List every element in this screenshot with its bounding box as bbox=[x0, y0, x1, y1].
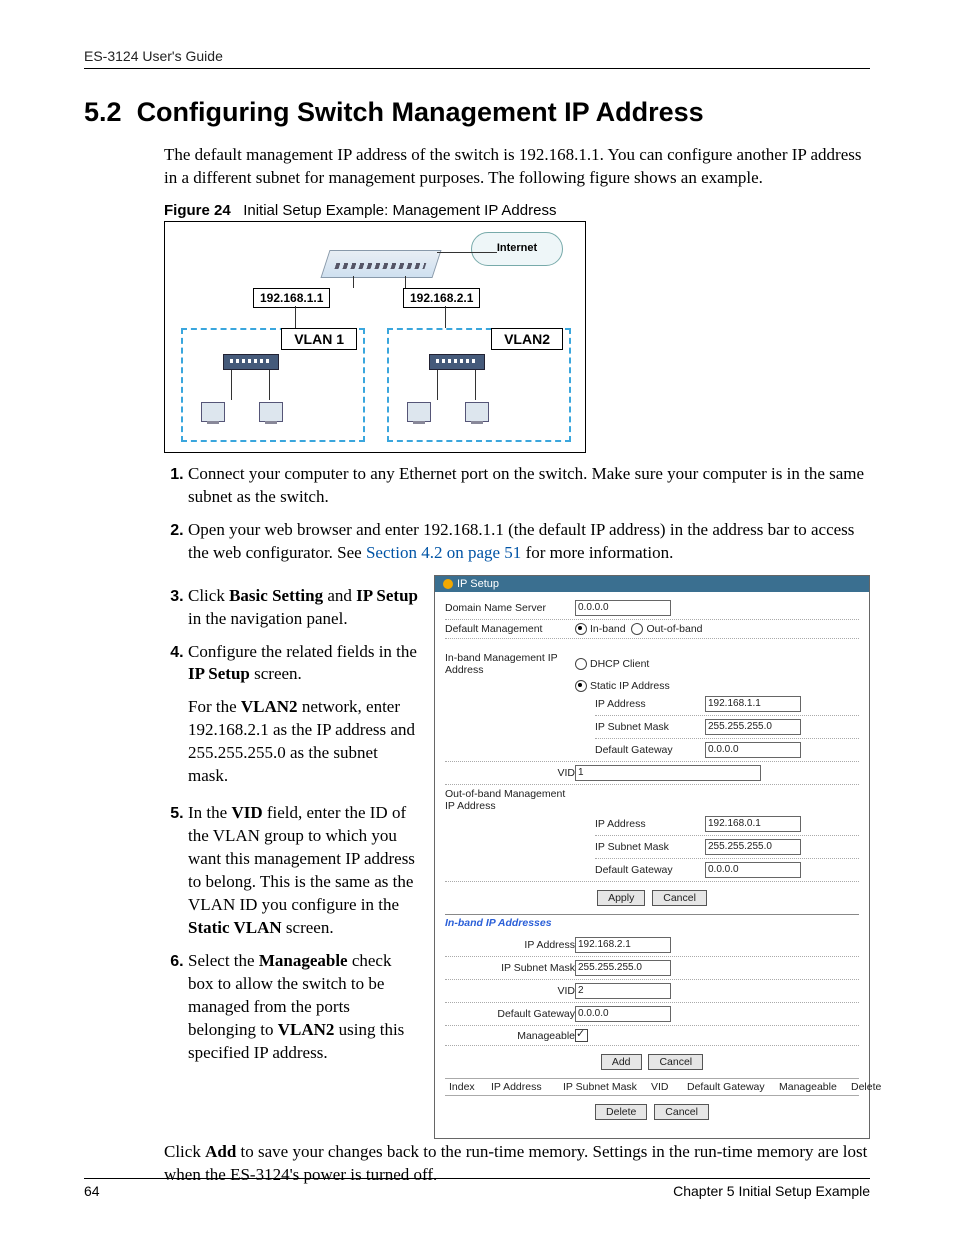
label-vid: VID bbox=[445, 767, 575, 779]
radio-dhcp[interactable] bbox=[575, 658, 587, 670]
outband-ip-input[interactable]: 192.168.0.1 bbox=[705, 816, 801, 832]
add-ip-input[interactable]: 192.168.2.1 bbox=[575, 937, 671, 953]
manageable-checkbox[interactable] bbox=[575, 1029, 588, 1042]
step-5: In the VID field, enter the ID of the VL… bbox=[188, 802, 424, 940]
outband-mask-input[interactable]: 255.255.255.0 bbox=[705, 839, 801, 855]
steps-column: Click Basic Setting and IP Setup in the … bbox=[84, 575, 424, 1139]
section-heading: 5.2 Configuring Switch Management IP Add… bbox=[84, 97, 870, 128]
apply-button[interactable]: Apply bbox=[597, 890, 645, 906]
step-list: Connect your computer to any Ethernet po… bbox=[84, 463, 870, 565]
figure24-diagram: Internet 192.168.1.1 192.168.2.1 VLAN 1 … bbox=[164, 221, 586, 453]
inband-gw-input[interactable]: 0.0.0.0 bbox=[705, 742, 801, 758]
inband-addresses-header: In-band IP Addresses bbox=[445, 914, 859, 929]
figure-caption-text: Initial Setup Example: Management IP Add… bbox=[243, 202, 556, 219]
label-mask: IP Subnet Mask bbox=[595, 721, 705, 733]
diagram-link bbox=[405, 276, 406, 288]
page: ES-3124 User's Guide 5.2 Configuring Swi… bbox=[0, 0, 954, 1235]
diagram-link bbox=[269, 370, 270, 400]
two-column-region: Click Basic Setting and IP Setup in the … bbox=[84, 575, 870, 1139]
label-gw: Default Gateway bbox=[595, 744, 705, 756]
cancel-button-2[interactable]: Cancel bbox=[648, 1054, 703, 1070]
section-number: 5.2 bbox=[84, 97, 122, 127]
address-table-header: Index IP Address IP Subnet Mask VID Defa… bbox=[445, 1078, 859, 1096]
switch-icon bbox=[320, 250, 441, 278]
diagram-link bbox=[437, 252, 497, 253]
diagram-link bbox=[475, 370, 476, 400]
pc-icon bbox=[259, 402, 283, 422]
label-default-mgmt: Default Management bbox=[445, 623, 575, 635]
vlan2-area: VLAN2 bbox=[387, 328, 571, 442]
page-footer: 64 Chapter 5 Initial Setup Example bbox=[84, 1178, 870, 1199]
chapter-label: Chapter 5 Initial Setup Example bbox=[673, 1183, 870, 1199]
xref-link[interactable]: Section 4.2 on page 51 bbox=[366, 543, 521, 562]
diagram-link bbox=[437, 370, 438, 400]
radio-inband[interactable] bbox=[575, 623, 587, 635]
add-vid-input[interactable]: 2 bbox=[575, 983, 671, 999]
diagram-link bbox=[445, 306, 446, 328]
pc-icon bbox=[201, 402, 225, 422]
inband-ip-input[interactable]: 192.168.1.1 bbox=[705, 696, 801, 712]
cancel-button-3[interactable]: Cancel bbox=[654, 1104, 709, 1120]
section-title-text: Configuring Switch Management IP Address bbox=[137, 97, 704, 127]
ip-setup-screenshot: IP Setup Domain Name Server 0.0.0.0 Defa… bbox=[434, 575, 870, 1139]
page-number: 64 bbox=[84, 1183, 100, 1199]
cancel-button[interactable]: Cancel bbox=[652, 890, 707, 906]
label-inband-hdr: In-band Management IP Address bbox=[445, 652, 575, 676]
inband-mask-input[interactable]: 255.255.255.0 bbox=[705, 719, 801, 735]
titlebar-dot-icon bbox=[443, 579, 453, 589]
ip-label-2: 192.168.2.1 bbox=[403, 288, 480, 308]
vlan2-label: VLAN2 bbox=[491, 328, 563, 350]
ip-label-1: 192.168.1.1 bbox=[253, 288, 330, 308]
add-mask-input[interactable]: 255.255.255.0 bbox=[575, 960, 671, 976]
mini-switch-icon bbox=[429, 354, 485, 370]
diagram-link bbox=[353, 276, 354, 288]
step-list-continued: Click Basic Setting and IP Setup in the … bbox=[84, 585, 424, 1065]
label-dns: Domain Name Server bbox=[445, 602, 575, 614]
figure-caption: Figure 24 Initial Setup Example: Managem… bbox=[164, 202, 870, 219]
step-2: Open your web browser and enter 192.168.… bbox=[188, 519, 870, 565]
vlan1-label: VLAN 1 bbox=[281, 328, 357, 350]
step-1: Connect your computer to any Ethernet po… bbox=[188, 463, 870, 509]
radio-outband[interactable] bbox=[631, 623, 643, 635]
step-3: Click Basic Setting and IP Setup in the … bbox=[188, 585, 424, 631]
radio-static[interactable] bbox=[575, 680, 587, 692]
pc-icon bbox=[465, 402, 489, 422]
ip-setup-body: Domain Name Server 0.0.0.0 Default Manag… bbox=[435, 592, 869, 1138]
ip-setup-titlebar: IP Setup bbox=[435, 576, 869, 592]
diagram-link bbox=[295, 306, 296, 328]
step-4: Configure the related fields in the IP S… bbox=[188, 641, 424, 789]
delete-button[interactable]: Delete bbox=[595, 1104, 647, 1120]
vlan1-area: VLAN 1 bbox=[181, 328, 365, 442]
diagram-link bbox=[231, 370, 232, 400]
running-header: ES-3124 User's Guide bbox=[84, 48, 870, 69]
label-ip: IP Address bbox=[595, 698, 705, 710]
outband-gw-input[interactable]: 0.0.0.0 bbox=[705, 862, 801, 878]
label-outband-hdr: Out-of-band Management IP Address bbox=[445, 788, 575, 812]
step-6: Select the Manageable check box to allow… bbox=[188, 950, 424, 1065]
figure-label: Figure 24 bbox=[164, 202, 231, 219]
add-button[interactable]: Add bbox=[601, 1054, 642, 1070]
mini-switch-icon bbox=[223, 354, 279, 370]
pc-icon bbox=[407, 402, 431, 422]
ip-setup-title: IP Setup bbox=[457, 578, 499, 590]
inband-vid-input[interactable]: 1 bbox=[575, 765, 761, 781]
intro-paragraph: The default management IP address of the… bbox=[84, 144, 870, 190]
internet-cloud-icon: Internet bbox=[471, 232, 563, 266]
dns-input[interactable]: 0.0.0.0 bbox=[575, 600, 671, 616]
add-gw-input[interactable]: 0.0.0.0 bbox=[575, 1006, 671, 1022]
